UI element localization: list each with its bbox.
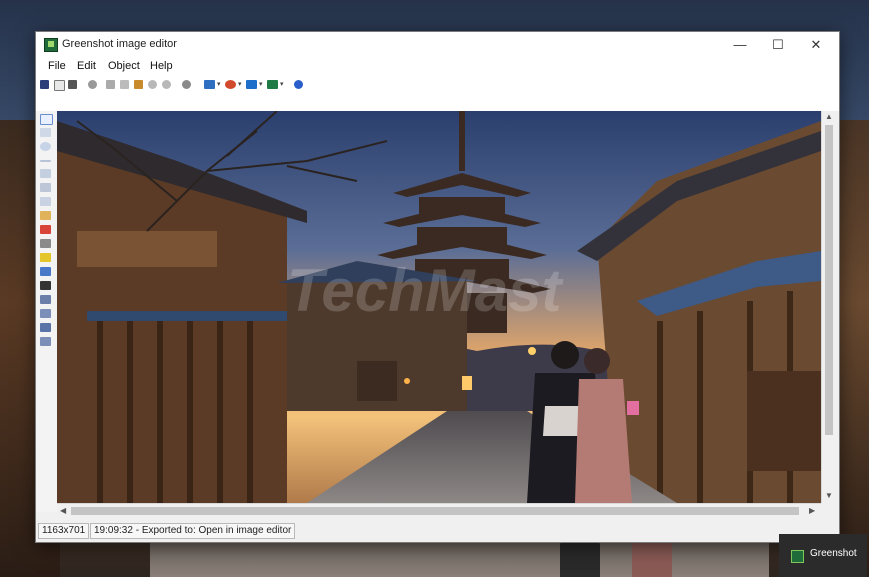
menu-file[interactable]: File [48,60,66,72]
greenshot-notification[interactable]: Greenshot [779,534,867,577]
toolbar: ▾ ▾ ▾ ▾ [36,76,839,96]
new-icon[interactable] [54,80,65,91]
vertical-scroll-thumb[interactable] [825,125,833,435]
speechbubble-icon[interactable] [40,211,51,220]
crop-icon[interactable] [40,267,51,276]
arrow-icon[interactable] [40,169,51,178]
status-bar: 1163x701 19:09:32 - Exported to: Open in… [36,519,839,541]
text-icon[interactable] [40,197,51,206]
status-message: 19:09:32 - Exported to: Open in image ed… [90,523,296,539]
highlight-icon[interactable] [40,239,51,248]
vertical-scrollbar[interactable]: ▲ ▼ [821,111,836,503]
stop-icon[interactable] [88,80,97,89]
rotate-icon[interactable] [40,295,51,304]
save-icon[interactable] [40,80,49,89]
effects-icon[interactable] [40,309,51,318]
cursor-icon[interactable] [40,114,53,125]
menu-help[interactable]: Help [150,60,173,72]
print-icon[interactable] [68,80,77,89]
paste-icon[interactable] [134,80,143,89]
scroll-left-icon[interactable]: ◀ [60,506,66,515]
scroll-down-icon[interactable]: ▼ [825,491,833,500]
greenshot-app-icon [44,38,58,52]
window-title: Greenshot image editor [62,38,177,50]
title-bar[interactable]: Greenshot image editor — ☐ ✕ [36,32,839,58]
resize-icon[interactable] [40,281,51,290]
maximize-button[interactable]: ☐ [759,32,797,58]
fill-icon[interactable] [40,323,51,332]
scroll-up-icon[interactable]: ▲ [825,112,833,121]
edited-photo: TechMast [57,111,821,503]
dropdown-arrow-icon[interactable]: ▾ [217,80,221,88]
freehand-icon[interactable] [40,183,51,192]
horizontal-scrollbar[interactable]: ◀ ▶ [57,503,821,518]
editor-window: Greenshot image editor — ☐ ✕ File Edit O… [35,31,840,543]
menu-object[interactable]: Object [108,60,140,72]
close-button[interactable]: ✕ [797,32,835,58]
excel-export-icon[interactable] [267,80,278,89]
image-canvas[interactable]: TechMast [57,111,821,503]
rectangle-icon[interactable] [40,128,51,137]
notification-label: Greenshot [810,548,857,559]
email-export-icon[interactable] [246,80,257,89]
border-icon[interactable] [40,337,51,346]
settings-icon[interactable] [182,80,191,89]
toolbar-spacer [36,96,839,111]
help-icon[interactable] [294,80,303,89]
ellipse-icon[interactable] [40,142,51,151]
menu-edit[interactable]: Edit [77,60,96,72]
dropdown-arrow-icon[interactable]: ▾ [238,80,242,88]
scroll-right-icon[interactable]: ▶ [809,506,815,515]
redo-icon[interactable] [162,80,171,89]
dropdown-arrow-icon[interactable]: ▾ [259,80,263,88]
obfuscate-icon[interactable] [40,253,51,262]
image-export-icon[interactable] [204,80,215,89]
svg-text:TechMast: TechMast [287,257,565,324]
copy-icon[interactable] [120,80,129,89]
image-dimensions: 1163x701 [38,523,90,539]
horizontal-scroll-thumb[interactable] [71,507,799,515]
greenshot-app-icon [791,550,804,563]
dropdown-arrow-icon[interactable]: ▾ [280,80,284,88]
tools-strip [36,111,58,512]
cut-icon[interactable] [106,80,115,89]
line-icon[interactable] [40,160,51,162]
office-export-icon[interactable] [225,80,236,89]
menu-bar: File Edit Object Help [36,58,839,76]
minimize-button[interactable]: — [721,32,759,58]
counter-icon[interactable] [40,225,51,234]
undo-icon[interactable] [148,80,157,89]
